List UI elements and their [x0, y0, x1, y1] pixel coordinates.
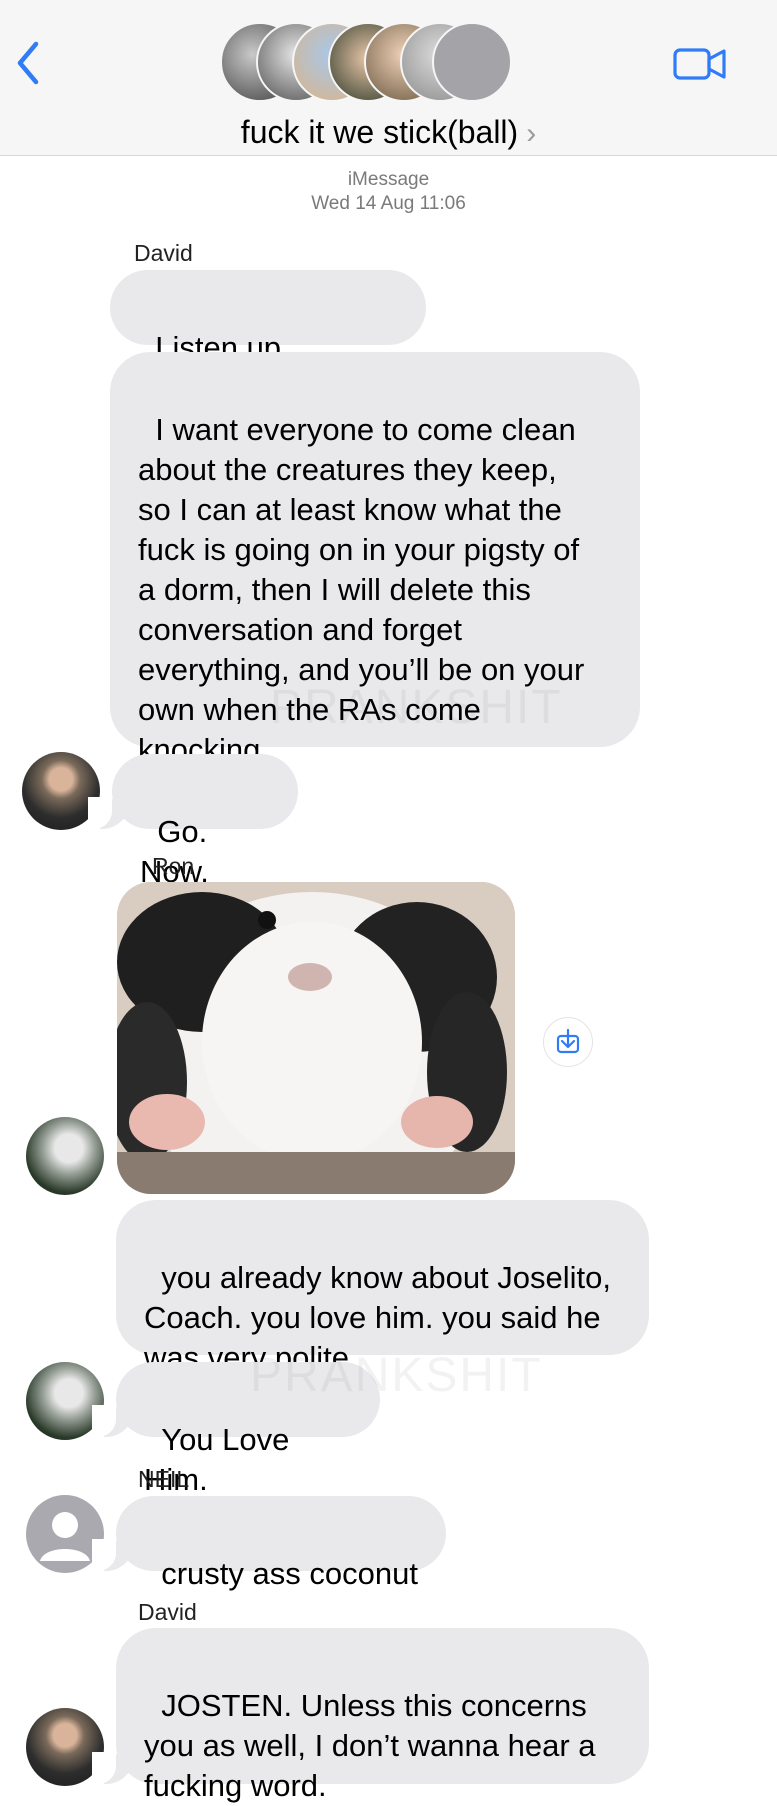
- timestamp: Wed 14 Aug 11:06: [311, 193, 466, 214]
- download-icon: [556, 1028, 580, 1054]
- message-text: crusty ass coconut: [161, 1556, 418, 1591]
- sender-name: David: [134, 240, 193, 266]
- message-bubble[interactable]: crusty ass coconut: [92, 1496, 446, 1591]
- sender-name: Ron: [152, 853, 195, 879]
- sender-name: David: [138, 1599, 197, 1625]
- avatar-ron[interactable]: [26, 1117, 104, 1195]
- message-bubble[interactable]: Go. Now.: [88, 754, 298, 889]
- group-name-button[interactable]: fuck it we stick(ball) ›: [0, 112, 777, 154]
- group-avatar-stack[interactable]: [220, 22, 540, 102]
- message-bubble[interactable]: Listen up, dipshits: [110, 270, 426, 405]
- service-label: iMessage: [347, 169, 430, 190]
- chevron-right-icon: ›: [526, 117, 537, 150]
- message-bubble[interactable]: JOSTEN. Unless this concerns you as well…: [92, 1628, 649, 1803]
- save-photo-button[interactable]: [543, 1017, 593, 1067]
- conversation-header: fuck it we stick(ball) ›: [0, 0, 777, 156]
- guinea-pig-photo[interactable]: [117, 882, 515, 1194]
- watermark-text: PRANKSHIT: [250, 1349, 543, 1402]
- message-text: JOSTEN. Unless this concerns you as well…: [144, 1688, 596, 1803]
- group-name-label: fuck it we stick(ball): [240, 114, 519, 150]
- watermark-text: PRANKSHIT: [270, 681, 563, 734]
- message-bubble[interactable]: you already know about Joselito, Coach. …: [116, 1200, 649, 1375]
- group-member-avatar: [432, 22, 512, 102]
- chevron-left-icon[interactable]: [12, 38, 44, 88]
- video-camera-icon[interactable]: [672, 44, 728, 84]
- sender-name: NEIL: [138, 1466, 190, 1492]
